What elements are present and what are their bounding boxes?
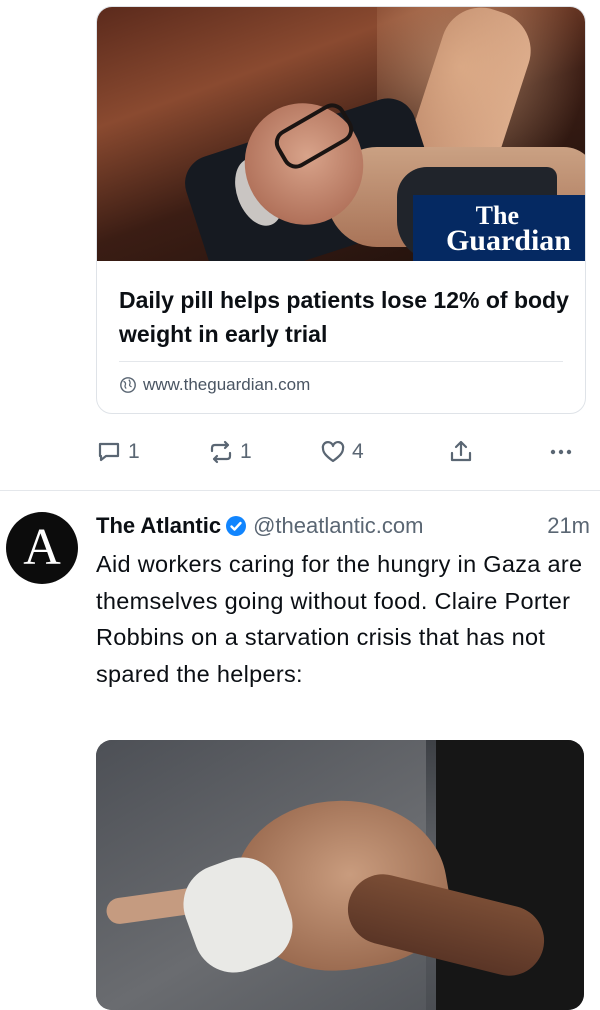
post-header: The Atlantic @theatlantic.com 21m — [96, 510, 590, 542]
reply-button[interactable]: 1 — [96, 432, 140, 472]
avatar-letter: A — [23, 519, 61, 576]
avatar[interactable]: A — [6, 512, 78, 584]
handle[interactable]: @theatlantic.com — [253, 513, 423, 539]
link-card[interactable]: The Guardian Daily pill helps patients l… — [96, 6, 586, 414]
display-name[interactable]: The Atlantic — [96, 513, 221, 539]
more-options-button[interactable] — [548, 432, 574, 472]
reply-icon — [98, 442, 120, 462]
timestamp[interactable]: 21m — [547, 513, 590, 539]
more-icon — [550, 449, 572, 455]
link-card-image: The Guardian — [97, 7, 585, 261]
link-card-domain: www.theguardian.com — [119, 373, 310, 397]
repost-count: 1 — [240, 440, 252, 463]
share-button[interactable] — [448, 432, 474, 472]
repost-button[interactable]: 1 — [208, 432, 252, 472]
link-card-title[interactable]: Daily pill helps patients lose 12% of bo… — [119, 283, 569, 351]
share-icon — [450, 440, 472, 462]
like-count: 4 — [352, 440, 364, 463]
post-text: Aid workers caring for the hungry in Gaz… — [96, 551, 583, 687]
globe-icon — [120, 377, 136, 393]
guardian-logo: The Guardian — [413, 195, 585, 261]
like-button[interactable]: 4 — [320, 432, 364, 472]
domain-text: www.theguardian.com — [143, 375, 311, 394]
divider — [119, 361, 563, 362]
verified-icon — [226, 516, 247, 536]
post-separator — [0, 490, 600, 491]
like-icon — [321, 441, 345, 463]
reply-count: 1 — [128, 440, 140, 463]
post-image[interactable] — [96, 740, 584, 1010]
repost-icon — [210, 440, 232, 464]
post-actions: 1 1 4 — [96, 432, 584, 472]
